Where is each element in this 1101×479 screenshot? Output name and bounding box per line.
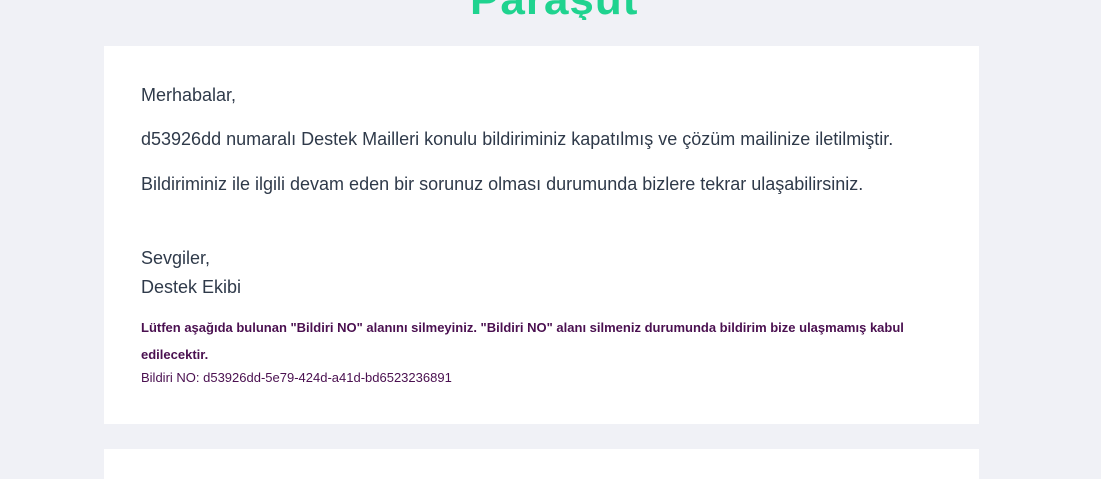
ticket-number: Bildiri NO: d53926dd-5e79-424d-a41d-bd65… bbox=[141, 370, 452, 385]
email-body: Merhabalar, d53926dd numaralı Destek Mai… bbox=[141, 84, 941, 387]
email-card: Merhabalar, d53926dd numaralı Destek Mai… bbox=[104, 46, 979, 424]
signoff-text: Sevgiler, bbox=[141, 248, 211, 268]
team-name: Destek Ekibi bbox=[141, 277, 242, 297]
secondary-card bbox=[104, 449, 979, 479]
closure-message: d53926dd numaralı Destek Mailleri konulu… bbox=[141, 129, 894, 149]
warning-notice: Lütfen aşağıda bulunan "Bildiri NO" alan… bbox=[141, 320, 904, 362]
greeting-text: Merhabalar, bbox=[141, 85, 237, 105]
followup-message: Bildiriminiz ile ilgili devam eden bir s… bbox=[141, 174, 864, 194]
brand-logo: Paraşüt bbox=[470, 0, 638, 20]
logo-area: Paraşüt bbox=[0, 0, 1101, 20]
